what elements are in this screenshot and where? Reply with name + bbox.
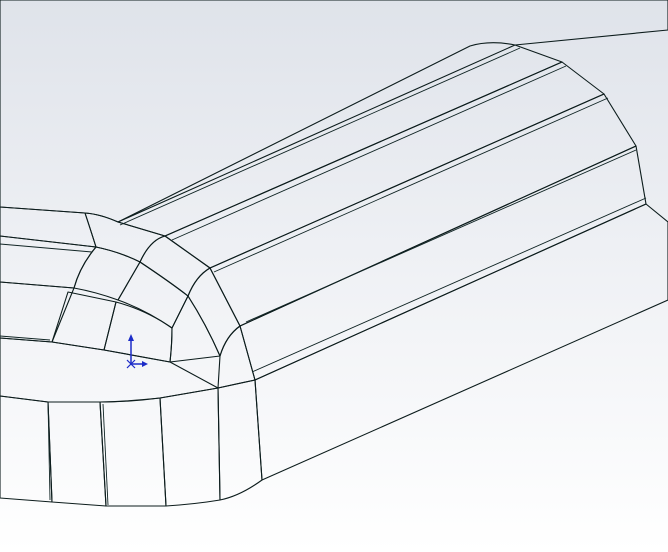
front-wall-2[interactable] — [47, 401, 107, 507]
front-fillet-mid[interactable] — [0, 235, 97, 289]
corner-patch-2[interactable] — [139, 235, 211, 297]
fillet-band-4[interactable] — [239, 145, 647, 381]
top-face[interactable] — [0, 0, 668, 223]
front-lower-band[interactable] — [0, 337, 219, 403]
front-wall[interactable] — [0, 395, 53, 503]
side-face[interactable] — [254, 203, 668, 481]
fillet-band-1[interactable] — [117, 44, 563, 237]
coordinate-triad-icon — [126, 334, 148, 369]
graphics-viewport[interactable] — [0, 0, 668, 552]
corner-patch-7[interactable] — [169, 295, 221, 363]
corner-patch-4[interactable] — [217, 325, 256, 389]
wall-curve-2[interactable] — [217, 379, 263, 501]
corner-patch-5[interactable] — [73, 246, 141, 301]
corner-patch-1[interactable] — [84, 212, 166, 263]
model-corner-render[interactable] — [0, 0, 668, 552]
wall-curve-1[interactable] — [159, 387, 221, 507]
front-fillet-low[interactable] — [0, 281, 75, 343]
front-wall-3[interactable] — [99, 397, 167, 507]
